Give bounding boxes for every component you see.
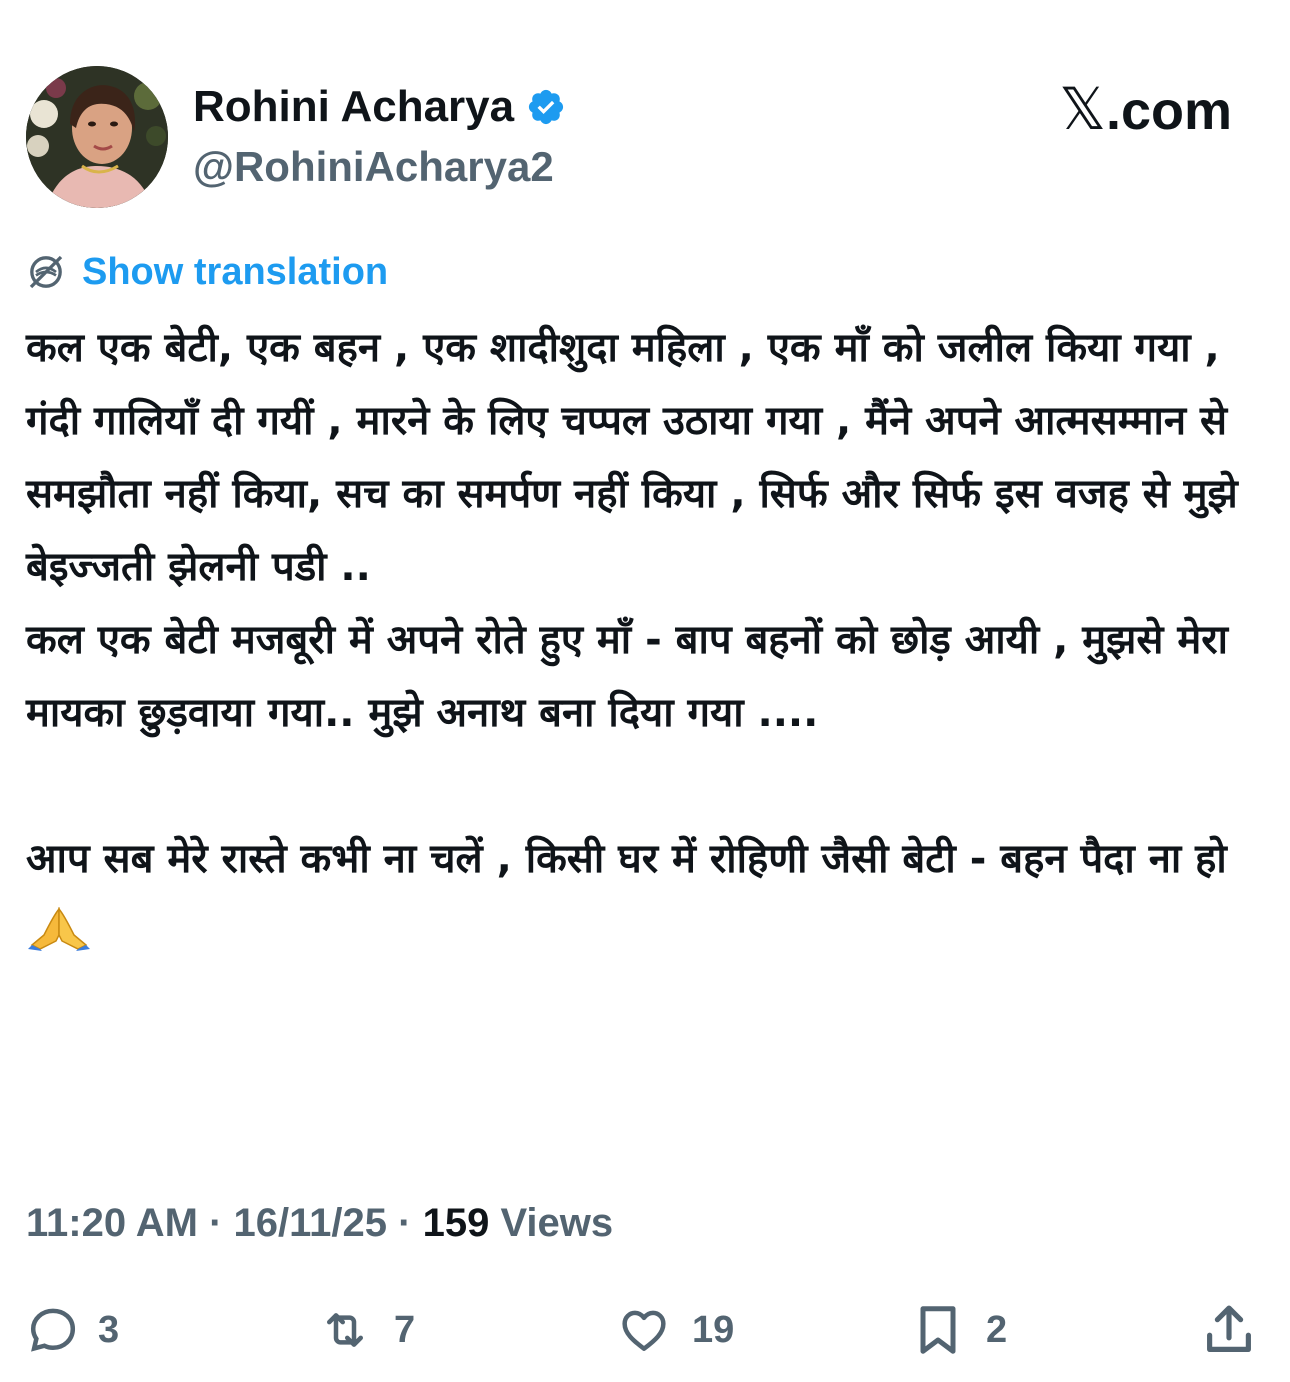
author-handle[interactable]: @RohiniAcharya2 [193,140,554,194]
author-name-row: Rohini Acharya [193,80,566,134]
share-button[interactable] [1198,1290,1260,1370]
tweet-time[interactable]: 11:20 AM [26,1201,198,1245]
share-icon [1207,1305,1251,1352]
tweet-paragraph-3: आप सब मेरे रास्ते कभी ना चलें , किसी घर … [26,836,1227,882]
bookmark-button[interactable]: 2 [908,1290,1007,1370]
show-translation-link[interactable]: Show translation [82,248,388,296]
verified-badge-icon[interactable] [526,87,566,127]
reply-count: 3 [98,1308,120,1351]
tweet-paragraph-3-wrap: आप सब मेरे रास्ते कभी ना चलें , किसी घर … [26,823,1266,969]
tweet-date[interactable]: 16/11/25 [234,1201,388,1245]
reply-icon [30,1308,76,1352]
x-brand-logo: 𝕏 .com [1059,76,1232,144]
tweet-action-bar: 3 7 19 2 [0,1290,1290,1370]
tweet-text: कल एक बेटी, एक बहन , एक शादीशुदा महिला ,… [26,312,1266,969]
meta-separator: · [398,1201,412,1245]
bookmark-count: 2 [986,1308,1008,1351]
views-label: Views [500,1201,614,1245]
reply-button[interactable]: 3 [26,1290,119,1370]
brand-domain: .com [1105,81,1232,141]
meta-separator: · [209,1201,223,1245]
bookmark-icon [920,1306,956,1354]
avatar-image [26,66,168,208]
tweet-paragraph-1: कल एक बेटी, एक बहन , एक शादीशुदा महिला ,… [26,325,1238,590]
like-count: 19 [692,1308,735,1351]
repost-button[interactable]: 7 [314,1290,415,1370]
avatar[interactable] [26,66,168,208]
repost-icon [327,1313,363,1347]
show-translation-row[interactable]: Show translation [26,248,388,296]
tweet-meta: 11:20 AM · 16/11/25 · 159 Views [26,1196,613,1250]
globe-slash-icon [29,255,63,289]
views-count: 159 [422,1201,490,1245]
heart-icon [622,1310,666,1351]
author-display-name[interactable]: Rohini Acharya [193,80,514,134]
folded-hands-emoji-icon [28,906,90,951]
repost-count: 7 [394,1308,416,1351]
x-logo-icon: 𝕏 [1059,75,1106,143]
like-button[interactable]: 19 [614,1290,734,1370]
tweet-paragraph-2: कल एक बेटी मजबूरी में अपने रोते हुए माँ … [26,617,1229,736]
